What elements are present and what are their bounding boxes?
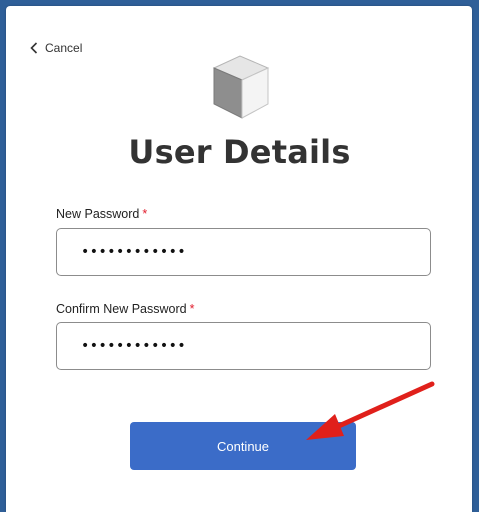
- continue-button[interactable]: Continue: [130, 422, 356, 470]
- new-password-label-text: New Password: [56, 207, 140, 221]
- confirm-password-input[interactable]: [56, 322, 431, 370]
- new-password-input[interactable]: [56, 228, 431, 276]
- chevron-left-icon: [30, 42, 38, 54]
- confirm-password-label: Confirm New Password *: [56, 302, 194, 316]
- required-marker: *: [142, 207, 148, 221]
- cancel-link[interactable]: Cancel: [30, 40, 82, 56]
- cancel-label: Cancel: [45, 41, 83, 55]
- page-title: User Details: [128, 133, 351, 171]
- new-password-label: New Password *: [56, 207, 147, 221]
- required-marker: *: [189, 302, 195, 316]
- cube-icon: [210, 54, 272, 120]
- confirm-password-label-text: Confirm New Password: [56, 302, 187, 316]
